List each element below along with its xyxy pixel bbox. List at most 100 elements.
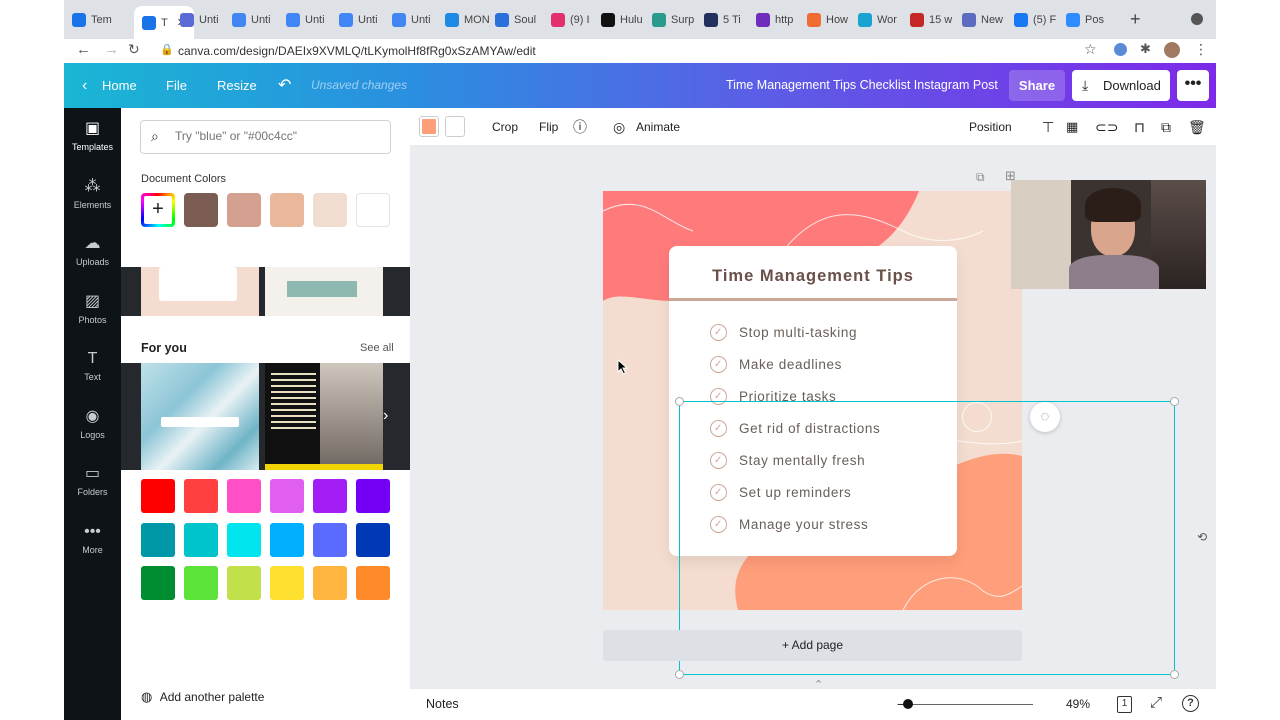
rail-item-more[interactable]: ••• More	[64, 523, 121, 555]
palette-color-swatch[interactable]	[313, 479, 347, 513]
resize-handle[interactable]	[1170, 397, 1179, 406]
palette-color-swatch[interactable]	[141, 522, 175, 557]
template-thumbnail[interactable]	[265, 267, 383, 316]
template-thumbnail[interactable]	[141, 267, 259, 316]
chevron-right-icon[interactable]: ›	[383, 407, 388, 425]
extension-icon[interactable]	[1114, 43, 1127, 56]
palette-color-swatch[interactable]	[141, 566, 175, 600]
color-search-input[interactable]	[175, 129, 375, 143]
palette-color-swatch[interactable]	[356, 566, 390, 600]
browser-tab[interactable]: Unti	[286, 8, 325, 32]
lock-icon[interactable]: ⊓	[1134, 108, 1145, 146]
browser-tab[interactable]: Hulu	[601, 8, 643, 32]
browser-tab[interactable]: Unti	[232, 8, 271, 32]
palette-color-swatch[interactable]	[270, 479, 304, 513]
add-page-button[interactable]: + Add page	[603, 630, 1022, 661]
design-title[interactable]: Time Management Tips Checklist Instagram…	[726, 63, 998, 108]
zoom-level[interactable]: 49%	[1066, 697, 1090, 711]
trash-icon[interactable]: 🗑	[1188, 108, 1206, 146]
resize-handle[interactable]	[1170, 670, 1179, 679]
browser-tab[interactable]: Tem	[72, 8, 112, 32]
forward-icon[interactable]: →	[104, 41, 119, 58]
color-search[interactable]: ⌕	[140, 120, 391, 154]
palette-color-swatch[interactable]	[270, 566, 304, 600]
rail-item-uploads[interactable]: ☁ Uploads	[64, 235, 121, 267]
rail-item-folders[interactable]: ▭ Folders	[64, 465, 121, 497]
browser-tab[interactable]: How	[807, 8, 848, 32]
document-color-swatch[interactable]	[313, 193, 347, 227]
palette-color-swatch[interactable]	[184, 522, 218, 557]
share-button[interactable]: Share	[1009, 70, 1065, 101]
link-icon[interactable]: ⊂⊃	[1095, 108, 1118, 146]
zoom-slider-thumb[interactable]	[903, 699, 913, 709]
document-color-swatch[interactable]	[270, 193, 304, 227]
palette-color-swatch[interactable]	[227, 479, 261, 513]
new-tab-icon[interactable]: +	[1130, 9, 1141, 30]
more-options-button[interactable]: •••	[1177, 70, 1209, 101]
palette-color-swatch[interactable]	[313, 522, 347, 557]
fullscreen-icon[interactable]: ⤢	[1150, 694, 1162, 711]
flip-button[interactable]: Flip	[539, 108, 558, 146]
help-icon[interactable]: ?	[1182, 695, 1199, 712]
add-palette-button[interactable]: ◍ Add another palette	[141, 689, 264, 705]
rail-item-logos[interactable]: ◉ Logos	[64, 408, 121, 440]
resize-handle[interactable]	[675, 397, 684, 406]
rail-item-elements[interactable]: ⁂ Elements	[64, 178, 121, 210]
puzzle-icon[interactable]: ✱	[1140, 41, 1151, 57]
checklist-item[interactable]: ✓ Stop multi-tasking	[710, 322, 857, 342]
browser-tab[interactable]: Unti	[339, 8, 378, 32]
browser-tab[interactable]: 5 Ti	[704, 8, 741, 32]
browser-tab[interactable]: Wor	[858, 8, 897, 32]
browser-tab[interactable]: Soul	[495, 8, 536, 32]
tab-search-icon[interactable]	[1191, 13, 1203, 25]
transparency-icon[interactable]: ▦	[1066, 108, 1078, 146]
resize-handle[interactable]	[675, 670, 684, 679]
browser-tab[interactable]: Surp	[652, 8, 694, 32]
document-color-swatch[interactable]	[227, 193, 261, 227]
palette-color-swatch[interactable]	[270, 522, 304, 557]
rail-item-templates[interactable]: ▣ Templates	[64, 120, 121, 152]
rail-item-photos[interactable]: ▨ Photos	[64, 293, 121, 325]
browser-tab[interactable]: New	[962, 8, 1003, 32]
see-all-link[interactable]: See all	[360, 342, 394, 354]
document-color-swatch[interactable]	[184, 193, 218, 227]
rail-item-text[interactable]: T Text	[64, 350, 121, 382]
page-count[interactable]: 1	[1117, 696, 1132, 713]
fill-color-button[interactable]	[419, 116, 439, 137]
chrome-menu-icon[interactable]: ⋮	[1194, 41, 1208, 58]
resize-button[interactable]: Resize	[217, 63, 257, 108]
browser-tab[interactable]: Unti	[392, 8, 431, 32]
browser-tab[interactable]: MON	[445, 8, 490, 32]
download-button[interactable]: ⤓ Download	[1072, 70, 1170, 101]
file-menu[interactable]: File	[166, 63, 187, 108]
browser-tab[interactable]: Pos	[1066, 8, 1104, 32]
home-button[interactable]: Home	[102, 63, 137, 108]
checklist-item[interactable]: ✓ Make deadlines	[710, 354, 842, 374]
palette-color-swatch[interactable]	[313, 566, 347, 600]
browser-tab[interactable]: 15 w	[910, 8, 952, 32]
info-icon[interactable]: ⓘ	[573, 108, 587, 146]
browser-tab[interactable]: http	[756, 8, 793, 32]
undo-icon[interactable]: ↶	[278, 63, 291, 108]
profile-avatar[interactable]	[1164, 42, 1180, 58]
animate-button[interactable]: Animate	[636, 108, 680, 146]
url-field[interactable]: canva.com/design/DAEIx9XVMLQ/tLKymolHf8f…	[158, 41, 1088, 61]
add-color-button[interactable]: +	[141, 193, 175, 227]
paint-roller-icon[interactable]: ⊤	[1042, 108, 1054, 146]
template-thumbnail[interactable]	[141, 363, 259, 470]
document-color-swatch[interactable]	[356, 193, 390, 227]
reload-icon[interactable]: ↻	[128, 41, 140, 58]
chevron-left-icon[interactable]: ‹	[82, 63, 87, 108]
duplicate-icon[interactable]: ⧉	[1161, 108, 1171, 146]
palette-color-swatch[interactable]	[227, 566, 261, 600]
notes-button[interactable]: Notes	[426, 697, 459, 711]
palette-color-swatch[interactable]	[356, 479, 390, 513]
palette-color-swatch[interactable]	[184, 479, 218, 513]
bookmark-star-icon[interactable]: ☆	[1084, 41, 1097, 58]
browser-tab[interactable]: Unti	[180, 8, 219, 32]
back-icon[interactable]: ←	[76, 41, 91, 58]
zoom-slider-track[interactable]	[908, 704, 1033, 705]
position-button[interactable]: Position	[969, 108, 1012, 146]
crop-button[interactable]: Crop	[492, 108, 518, 146]
rotate-icon[interactable]: ⟲	[1197, 530, 1207, 544]
